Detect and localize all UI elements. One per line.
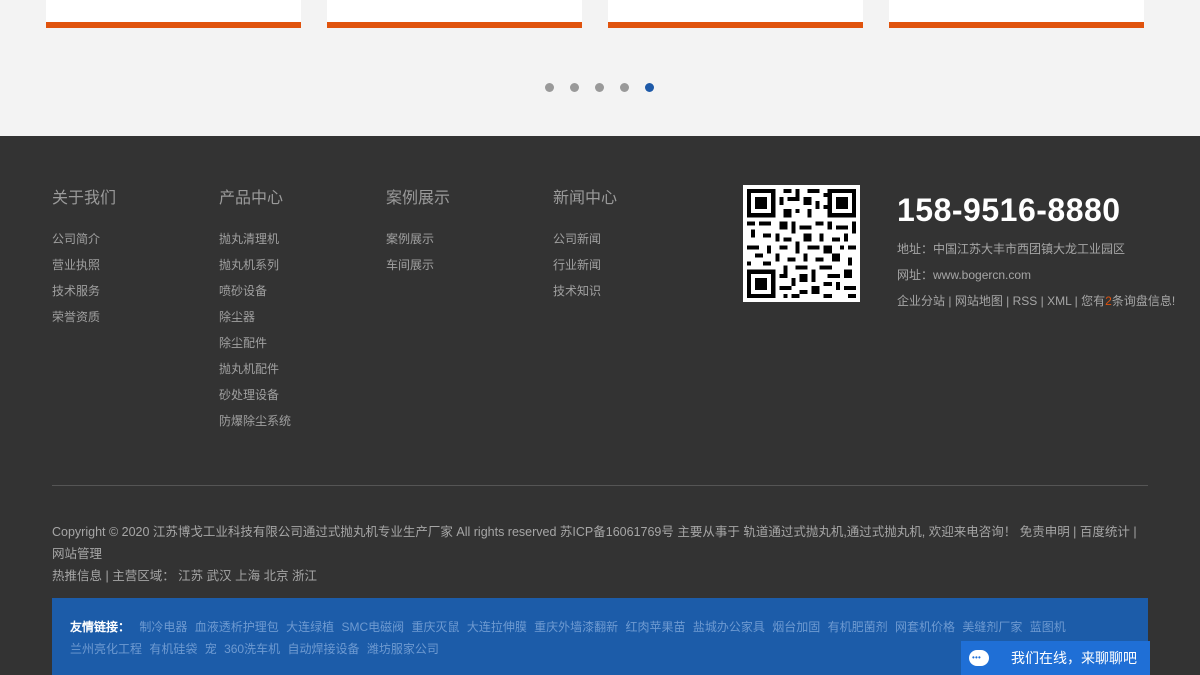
contact-phone[interactable]: 158-9516-8880: [897, 192, 1121, 229]
footer-link[interactable]: 营业执照: [52, 252, 116, 278]
carousel-dot[interactable]: [620, 83, 629, 92]
copyright-line: 热推信息 | 主营区域： 江苏 武汉 上海 北京 浙江: [52, 569, 318, 583]
quick-link[interactable]: RSS: [1013, 294, 1038, 308]
contact-website[interactable]: 网址：www.bogercn.com: [897, 266, 1031, 283]
carousel-pagination: [545, 83, 654, 92]
carousel-dot[interactable]: [545, 83, 554, 92]
carousel-section: [0, 0, 1200, 136]
contact-address: 地址：中国江苏大丰市西团镇大龙工业园区: [897, 242, 1126, 256]
friend-link[interactable]: 血液透析护理包: [195, 620, 279, 634]
friend-link[interactable]: 有机肥菌剂: [828, 620, 888, 634]
qr-code-image: [743, 185, 860, 302]
chat-label: 我们在线，来聊聊吧: [1011, 650, 1137, 666]
friend-link[interactable]: 潍坊服家公司: [367, 642, 439, 656]
friend-link[interactable]: 烟台加固: [772, 620, 820, 634]
friend-link[interactable]: 自动焊接设备: [287, 642, 359, 656]
footer-divider: [52, 485, 1148, 486]
carousel-card[interactable]: [889, 0, 1144, 28]
footer-link[interactable]: 行业新闻: [553, 252, 617, 278]
footer-link[interactable]: 抛丸清理机: [219, 226, 291, 252]
carousel-card[interactable]: [46, 0, 301, 28]
quick-link[interactable]: XML: [1047, 294, 1071, 308]
carousel-dot[interactable]: [570, 83, 579, 92]
friend-link[interactable]: 重庆外墙漆翻新: [534, 620, 618, 634]
footer-link[interactable]: 防爆除尘系统: [219, 408, 291, 434]
friend-link[interactable]: 美缝剂厂家: [962, 620, 1022, 634]
footer-link[interactable]: 砂处理设备: [219, 382, 291, 408]
inquiry-count: 2: [1105, 294, 1112, 308]
footer-link[interactable]: 除尘器: [219, 304, 291, 330]
quick-link[interactable]: 网站地图: [955, 294, 1003, 308]
footer-link[interactable]: 技术知识: [553, 278, 617, 304]
friend-link[interactable]: 红肉苹果苗: [626, 620, 686, 634]
footer-link[interactable]: 荣誉资质: [52, 304, 116, 330]
footer-column-cases: 案例展示 案例展示 车间展示: [386, 184, 450, 278]
quick-links-row: 企业分站 | 网站地图 | RSS | XML | 您有2条询盘信息!: [897, 294, 1176, 308]
site-footer: 关于我们 公司简介 营业执照 技术服务 荣誉资质 产品中心 抛丸清理机 抛丸机系…: [0, 136, 1200, 675]
friend-link[interactable]: 盐城办公家具: [693, 620, 765, 634]
chat-bubble-icon: [969, 650, 989, 666]
footer-column-title: 新闻中心: [553, 190, 618, 207]
footer-column-about: 关于我们 公司简介 营业执照 技术服务 荣誉资质: [52, 184, 116, 330]
friend-link[interactable]: 网套机价格: [895, 620, 955, 634]
live-chat-button[interactable]: 我们在线，来聊聊吧: [961, 641, 1150, 675]
friend-link[interactable]: 大连拉伸膜: [467, 620, 527, 634]
footer-column-news: 新闻中心 公司新闻 行业新闻 技术知识: [553, 184, 617, 304]
carousel-card[interactable]: [608, 0, 863, 28]
friend-link[interactable]: 大连绿植: [286, 620, 334, 634]
carousel-dot[interactable]: [595, 83, 604, 92]
footer-link[interactable]: 除尘配件: [219, 330, 291, 356]
footer-column-products: 产品中心 抛丸清理机 抛丸机系列 喷砂设备 除尘器 除尘配件 抛丸机配件 砂处理…: [219, 184, 291, 434]
carousel-card[interactable]: [327, 0, 582, 28]
friend-links-label: 友情链接：: [70, 620, 131, 634]
footer-column-title: 案例展示: [386, 190, 451, 207]
footer-link[interactable]: 喷砂设备: [219, 278, 291, 304]
footer-link[interactable]: 抛丸机配件: [219, 356, 291, 382]
copyright-block: Copyright © 2020 江苏博戈工业科技有限公司通过式抛丸机专业生产厂…: [52, 521, 1152, 587]
friend-link[interactable]: 兰州亮化工程: [70, 642, 142, 656]
inquiry-notice[interactable]: 您有2条询盘信息!: [1081, 294, 1175, 308]
footer-column-title: 产品中心: [219, 190, 284, 207]
carousel-dot-active[interactable]: [645, 83, 654, 92]
footer-link[interactable]: 公司新闻: [553, 226, 617, 252]
friend-link[interactable]: 宠: [205, 642, 217, 656]
copyright-line: Copyright © 2020 江苏博戈工业科技有限公司通过式抛丸机专业生产厂…: [52, 525, 1137, 561]
friend-link[interactable]: 制冷电器: [139, 620, 187, 634]
footer-link[interactable]: 车间展示: [386, 252, 450, 278]
footer-link[interactable]: 公司简介: [52, 226, 116, 252]
friend-link[interactable]: 有机硅袋: [149, 642, 197, 656]
quick-link[interactable]: 企业分站: [897, 294, 945, 308]
friend-link[interactable]: 重庆灭鼠: [411, 620, 459, 634]
footer-link[interactable]: 案例展示: [386, 226, 450, 252]
footer-column-title: 关于我们: [52, 190, 117, 207]
friend-link[interactable]: 蓝图机: [1030, 620, 1066, 634]
footer-link[interactable]: 抛丸机系列: [219, 252, 291, 278]
footer-link[interactable]: 技术服务: [52, 278, 116, 304]
friend-link[interactable]: SMC电磁阀: [341, 620, 404, 634]
friend-link[interactable]: 360洗车机: [224, 642, 280, 656]
